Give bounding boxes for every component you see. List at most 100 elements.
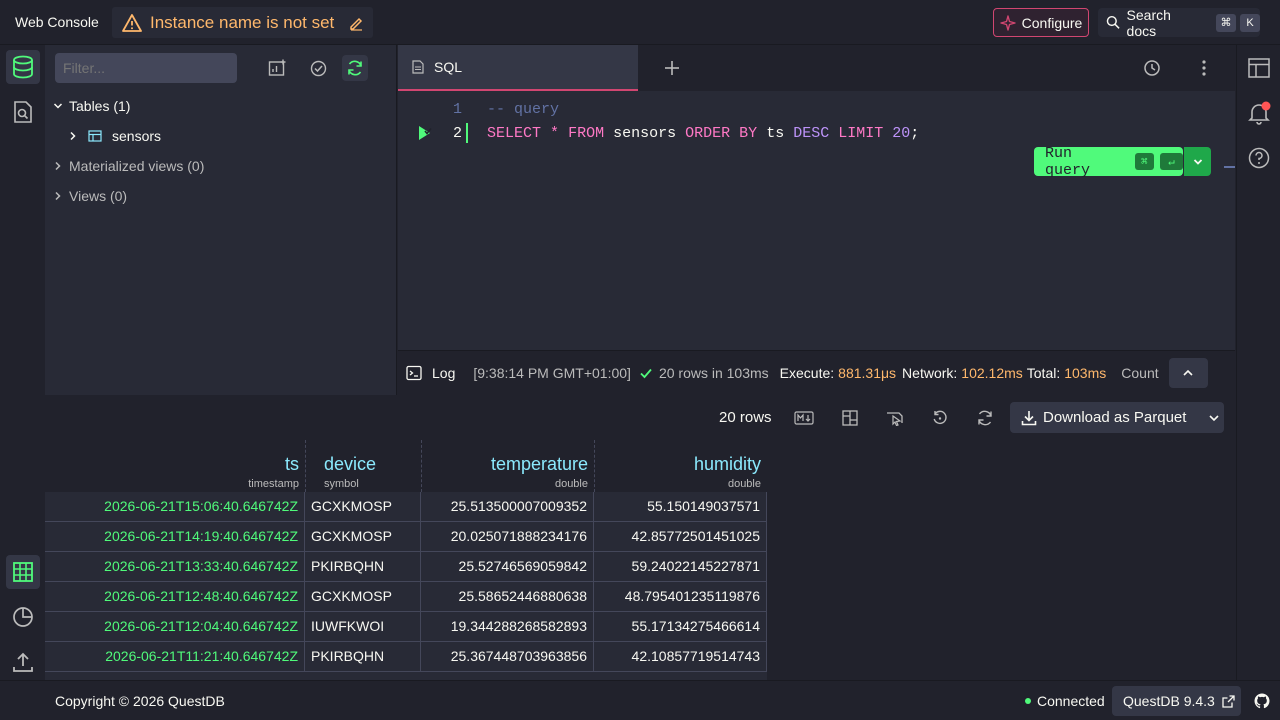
table-cell[interactable]: 19.344288268582893 (421, 612, 594, 642)
edit-icon[interactable] (348, 15, 364, 31)
run-query-label: Run query (1045, 144, 1091, 179)
notification-bell-icon[interactable] (1247, 101, 1271, 125)
table-row[interactable]: 2026-06-21T12:48:40.646742Z GCXKMOSP 25.58… (45, 582, 767, 612)
total-value: 103ms (1064, 365, 1107, 381)
freeze-column-button[interactable] (882, 406, 908, 430)
refresh-results-button[interactable] (972, 406, 998, 430)
table-cell[interactable]: GCXKMOSP (305, 582, 421, 612)
filter-input[interactable] (55, 53, 237, 83)
run-options-dropdown[interactable] (1184, 147, 1211, 176)
table-cell[interactable]: GCXKMOSP (305, 492, 421, 522)
log-label: Log (432, 365, 456, 381)
reset-layout-button[interactable] (927, 406, 953, 430)
table-cell[interactable]: GCXKMOSP (305, 522, 421, 552)
column-header-temperature[interactable]: temperature double (421, 440, 594, 492)
tables-group[interactable]: Tables (1) (53, 94, 130, 118)
table-cell[interactable]: PKIRBQHN (305, 552, 421, 582)
table-cell[interactable]: 25.58652446880638 (421, 582, 594, 612)
table-cell[interactable]: 2026-06-21T11:21:40.646742Z (45, 642, 305, 672)
sql-keyword: SELECT (487, 125, 542, 142)
column-type: double (554, 478, 588, 490)
sidebar-grid-button[interactable] (6, 555, 40, 589)
right-sidebar (1236, 45, 1280, 680)
add-tab-icon[interactable] (664, 60, 680, 76)
run-line-icon[interactable] (417, 125, 433, 141)
table-name: sensors (112, 128, 162, 144)
sql-identifier: ; (910, 125, 920, 142)
table-cell[interactable]: 55.17134275466614 (594, 612, 767, 642)
table-cell[interactable]: 2026-06-21T12:04:40.646742Z (45, 612, 305, 642)
version-link[interactable]: QuestDB 9.4.3 (1112, 686, 1241, 716)
tab-sql-label: SQL (434, 59, 463, 75)
search-docs-button[interactable]: Search docs ⌘ K (1098, 7, 1260, 39)
table-cell[interactable]: 2026-06-21T15:06:40.646742Z (45, 492, 305, 522)
table-cell[interactable]: 59.24022145227871 (594, 552, 767, 582)
run-query-button[interactable]: Run query ⌘ ↵ (1034, 144, 1183, 179)
sidebar-database-button[interactable] (6, 50, 40, 84)
footer: Copyright © 2026 QuestDB Connected Quest… (0, 680, 1280, 720)
table-item-sensors[interactable]: sensors (68, 124, 161, 148)
refresh-icon (978, 410, 992, 426)
results-grid[interactable]: ts timestamp device symbol temperature double… (45, 440, 767, 680)
select-check-button[interactable] (305, 55, 331, 81)
table-cell[interactable]: IUWFKWOI (305, 612, 421, 642)
grid-icon (13, 562, 33, 582)
code-area[interactable]: 1 -- query 2 SELECT * FROM sensors ORDER… (398, 91, 1235, 350)
table-cell[interactable]: 42.10857719514743 (594, 642, 767, 672)
expand-log-button[interactable] (1168, 358, 1208, 388)
code-line-query: SELECT * FROM sensors ORDER BY ts DESC L… (487, 125, 919, 142)
table-row[interactable]: 2026-06-21T13:33:40.646742Z PKIRBQHN 25.52… (45, 552, 767, 582)
cursor-line-marker (466, 123, 468, 143)
column-header-humidity[interactable]: humidity double (594, 440, 767, 492)
refresh-schema-button[interactable] (342, 55, 368, 81)
layout-button[interactable] (837, 406, 863, 430)
log-timestamp: [9:38:14 PM GMT+01:00] (473, 365, 631, 381)
download-label: Download as Parquet (1043, 409, 1187, 426)
table-row[interactable]: 2026-06-21T15:06:40.646742Z GCXKMOSP 25.51… (45, 492, 767, 522)
table-cell[interactable]: 42.85772501451025 (594, 522, 767, 552)
sql-identifier: sensors (613, 125, 677, 142)
chevron-down-icon[interactable] (1208, 412, 1220, 424)
github-icon[interactable] (1254, 693, 1270, 709)
pie-chart-icon (13, 607, 33, 627)
table-cell[interactable]: 25.513500007009352 (421, 492, 594, 522)
table-cell[interactable]: 48.795401235119876 (594, 582, 767, 612)
history-icon[interactable] (1143, 59, 1161, 77)
sidebar-chart-button[interactable] (6, 600, 40, 634)
table-layout-icon[interactable] (1248, 58, 1270, 78)
execute-value: 881.31μs (838, 365, 897, 381)
log-summary: 20 rows in 103ms (658, 365, 769, 381)
sidebar-search-doc-button[interactable] (6, 95, 40, 129)
search-icon (1106, 15, 1120, 29)
copy-markdown-button[interactable] (791, 406, 817, 430)
help-icon[interactable] (1248, 147, 1270, 169)
views-group[interactable]: Views (0) (53, 184, 127, 208)
count-button[interactable]: Count (1121, 365, 1158, 381)
instance-name-warning[interactable]: Instance name is not set (112, 7, 373, 38)
column-header-device[interactable]: device symbol (305, 440, 421, 492)
table-cell[interactable]: 55.150149037571 (594, 492, 767, 522)
table-row[interactable]: 2026-06-21T12:04:40.646742Z IUWFKWOI 19.34… (45, 612, 767, 642)
table-cell[interactable]: 2026-06-21T14:19:40.646742Z (45, 522, 305, 552)
shortcut-k-key: K (1240, 13, 1260, 32)
document-search-icon (14, 101, 32, 123)
table-cell[interactable]: 2026-06-21T12:48:40.646742Z (45, 582, 305, 612)
table-row[interactable]: 2026-06-21T11:21:40.646742Z PKIRBQHN 25.36… (45, 642, 767, 672)
tab-sql[interactable]: SQL (398, 45, 638, 91)
sidebar-upload-button[interactable] (6, 645, 40, 679)
reset-icon (933, 410, 947, 425)
materialized-views-group[interactable]: Materialized views (0) (53, 154, 204, 178)
download-parquet-button[interactable]: Download as Parquet (1010, 402, 1224, 433)
more-vertical-icon[interactable] (1202, 60, 1206, 76)
add-metrics-button[interactable] (264, 55, 290, 81)
configure-button[interactable]: Configure (993, 8, 1089, 37)
table-cell[interactable]: 20.025071888234176 (421, 522, 594, 552)
column-header-ts[interactable]: ts timestamp (45, 440, 305, 492)
table-cell[interactable]: 25.52746569059842 (421, 552, 594, 582)
table-row[interactable]: 2026-06-21T14:19:40.646742Z GCXKMOSP 20.02… (45, 522, 767, 552)
table-cell[interactable]: PKIRBQHN (305, 642, 421, 672)
table-cell[interactable]: 2026-06-21T13:33:40.646742Z (45, 552, 305, 582)
instance-warning-text: Instance name is not set (150, 12, 335, 32)
chevron-up-icon (1183, 369, 1193, 376)
table-cell[interactable]: 25.367448703963856 (421, 642, 594, 672)
